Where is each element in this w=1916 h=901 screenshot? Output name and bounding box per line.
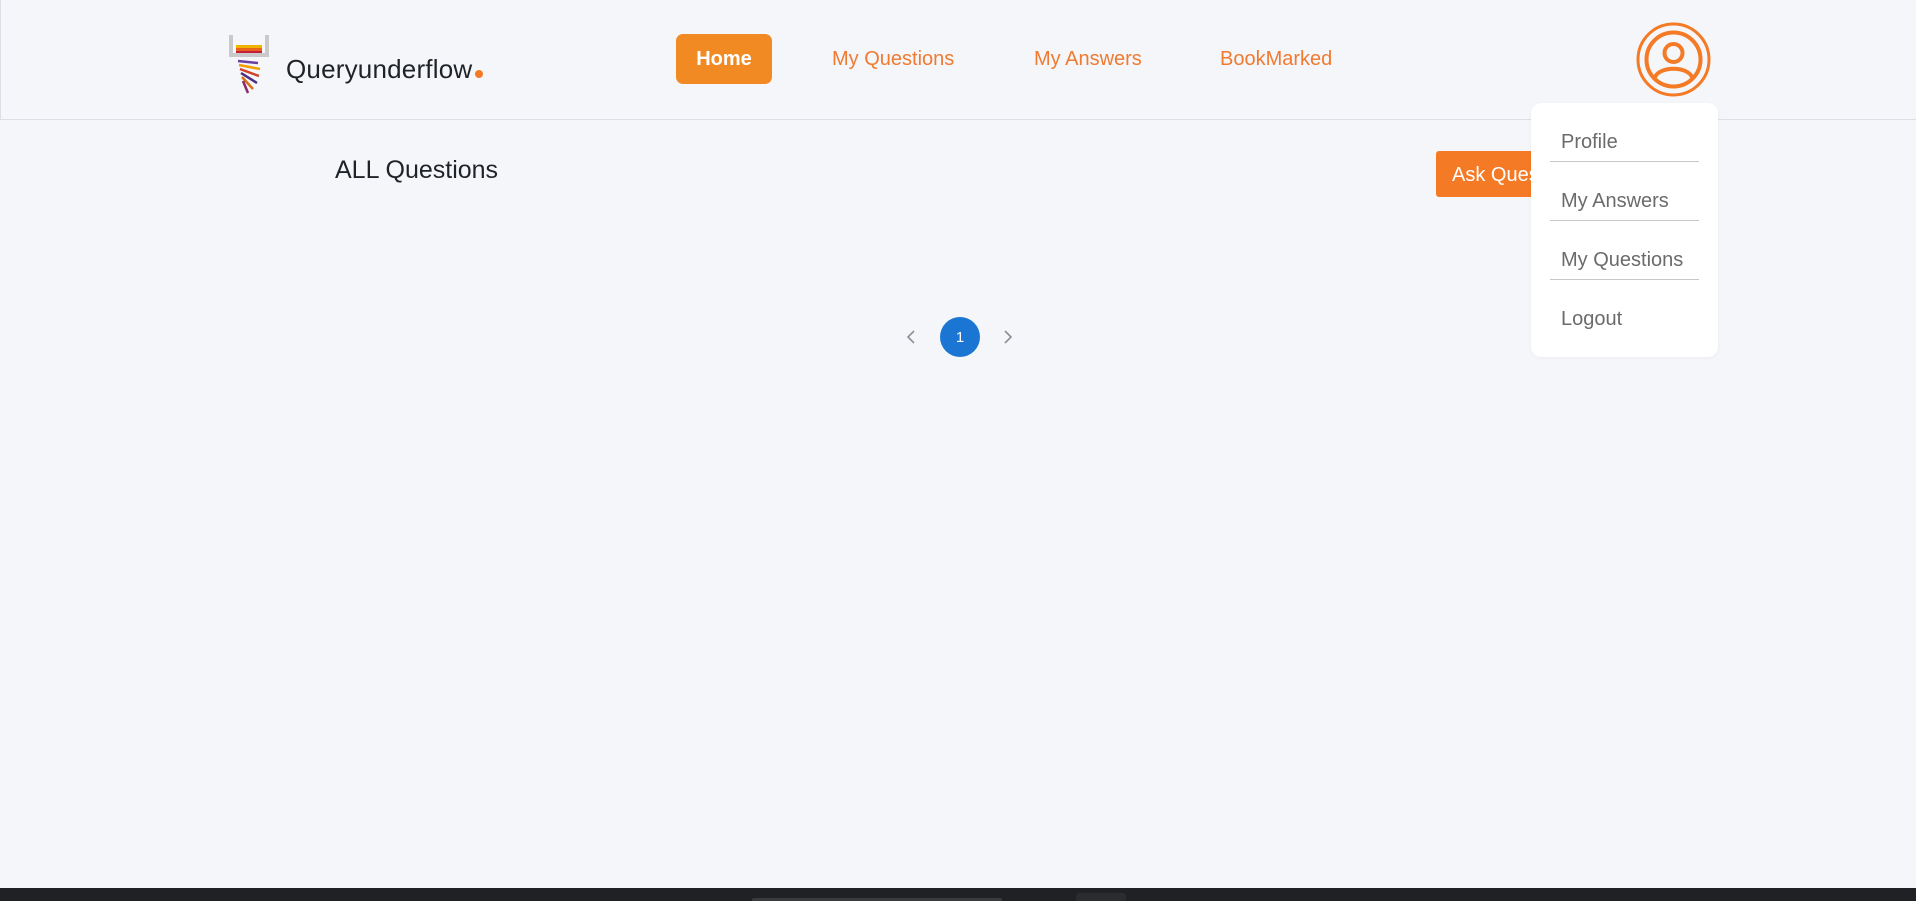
- menu-item-my-answers[interactable]: My Answers: [1550, 162, 1699, 221]
- menu-item-logout[interactable]: Logout: [1550, 280, 1699, 339]
- top-navbar: Queryunderflow Home My Questions My Answ…: [0, 0, 1916, 120]
- chevron-right-icon[interactable]: [998, 325, 1018, 349]
- user-circle-icon[interactable]: [1636, 22, 1711, 97]
- nav-bookmarked-link[interactable]: BookMarked: [1220, 48, 1332, 71]
- user-dropdown-menu: Profile My Answers My Questions Logout: [1531, 103, 1718, 357]
- stack-logo-icon[interactable]: [226, 33, 272, 95]
- pagination-page-current[interactable]: 1: [940, 317, 980, 357]
- brand-dot: [475, 70, 484, 78]
- menu-item-my-questions[interactable]: My Questions: [1550, 221, 1699, 280]
- chevron-left-icon[interactable]: [901, 325, 921, 349]
- nav-my-questions-link[interactable]: My Questions: [832, 48, 954, 71]
- nav-my-answers-link[interactable]: My Answers: [1034, 48, 1142, 71]
- brand-text: Queryunderflow: [286, 54, 473, 84]
- menu-item-profile[interactable]: Profile: [1550, 103, 1699, 162]
- taskbar-item[interactable]: [1076, 893, 1126, 901]
- nav-home-button[interactable]: Home: [676, 34, 772, 84]
- page-title: ALL Questions: [335, 156, 499, 184]
- brand-name[interactable]: Queryunderflow: [286, 54, 484, 85]
